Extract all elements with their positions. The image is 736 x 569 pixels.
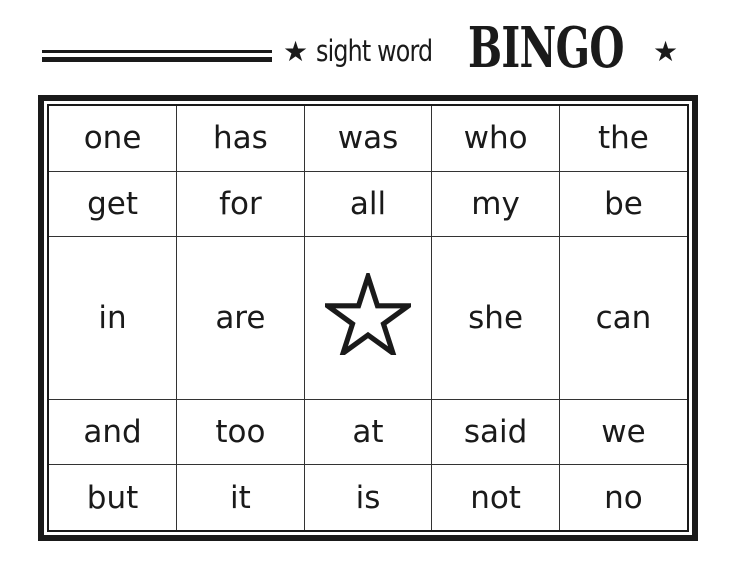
bingo-card: one has was who the get for all my be in are she can a…	[38, 95, 698, 541]
word-cell[interactable]: get	[49, 170, 178, 238]
word-cell[interactable]: my	[431, 170, 560, 238]
word-label: can	[595, 299, 652, 336]
word-cell[interactable]: has	[176, 106, 305, 172]
word-label: said	[463, 413, 528, 450]
word-cell[interactable]: are	[176, 236, 305, 400]
grid-row: and too at said we	[49, 398, 687, 466]
word-label: the	[598, 120, 649, 157]
header-title: BINGO	[468, 15, 624, 81]
word-cell[interactable]: for	[176, 170, 305, 238]
header-rule	[42, 50, 272, 53]
word-cell[interactable]: all	[303, 170, 433, 238]
word-cell[interactable]: the	[558, 106, 687, 172]
word-label: get	[87, 185, 138, 222]
word-cell[interactable]: who	[431, 106, 560, 172]
free-space-cell[interactable]	[303, 236, 433, 400]
word-cell[interactable]: no	[558, 464, 687, 530]
word-label: but	[86, 479, 139, 516]
word-cell[interactable]: is	[303, 464, 433, 530]
word-cell[interactable]: at	[303, 398, 433, 466]
word-label: it	[230, 479, 251, 516]
word-label: has	[212, 120, 268, 157]
word-label: all	[349, 185, 387, 222]
header-subtitle: sight word	[316, 34, 433, 68]
word-cell[interactable]: one	[49, 106, 178, 172]
word-label: is	[355, 479, 381, 516]
star-outline-icon	[319, 268, 417, 360]
word-cell[interactable]: in	[49, 236, 178, 400]
word-cell[interactable]: was	[303, 106, 433, 172]
grid-row: get for all my be	[49, 170, 687, 238]
header-rule	[42, 57, 272, 62]
word-label: be	[604, 185, 643, 222]
word-label: for	[219, 185, 262, 222]
grid-row: one has was who the	[49, 106, 687, 172]
star-icon: ★	[653, 35, 679, 68]
word-label: in	[98, 299, 127, 336]
word-label: at	[352, 413, 384, 450]
grid-row: but it is not no	[49, 464, 687, 530]
word-cell[interactable]: be	[558, 170, 687, 238]
word-label: and	[83, 413, 142, 450]
word-cell[interactable]: not	[431, 464, 560, 530]
word-cell[interactable]: but	[49, 464, 178, 530]
word-label: my	[471, 185, 520, 222]
bingo-grid: one has was who the get for all my be in are she can a…	[49, 106, 687, 530]
grid-row: in are she can	[49, 236, 687, 400]
word-label: we	[601, 413, 646, 450]
word-label: are	[215, 299, 266, 336]
word-label: not	[470, 479, 521, 516]
word-cell[interactable]: it	[176, 464, 305, 530]
word-label: who	[463, 120, 528, 157]
word-label: too	[215, 413, 266, 450]
word-label: was	[337, 120, 399, 157]
word-label: she	[468, 299, 524, 336]
word-cell[interactable]: we	[558, 398, 687, 466]
word-label: no	[604, 479, 643, 516]
word-cell[interactable]: said	[431, 398, 560, 466]
word-label: one	[83, 120, 142, 157]
word-cell[interactable]: too	[176, 398, 305, 466]
word-cell[interactable]: she	[431, 236, 560, 400]
star-icon: ★	[283, 35, 309, 68]
word-cell[interactable]: and	[49, 398, 178, 466]
word-cell[interactable]: can	[558, 236, 687, 400]
